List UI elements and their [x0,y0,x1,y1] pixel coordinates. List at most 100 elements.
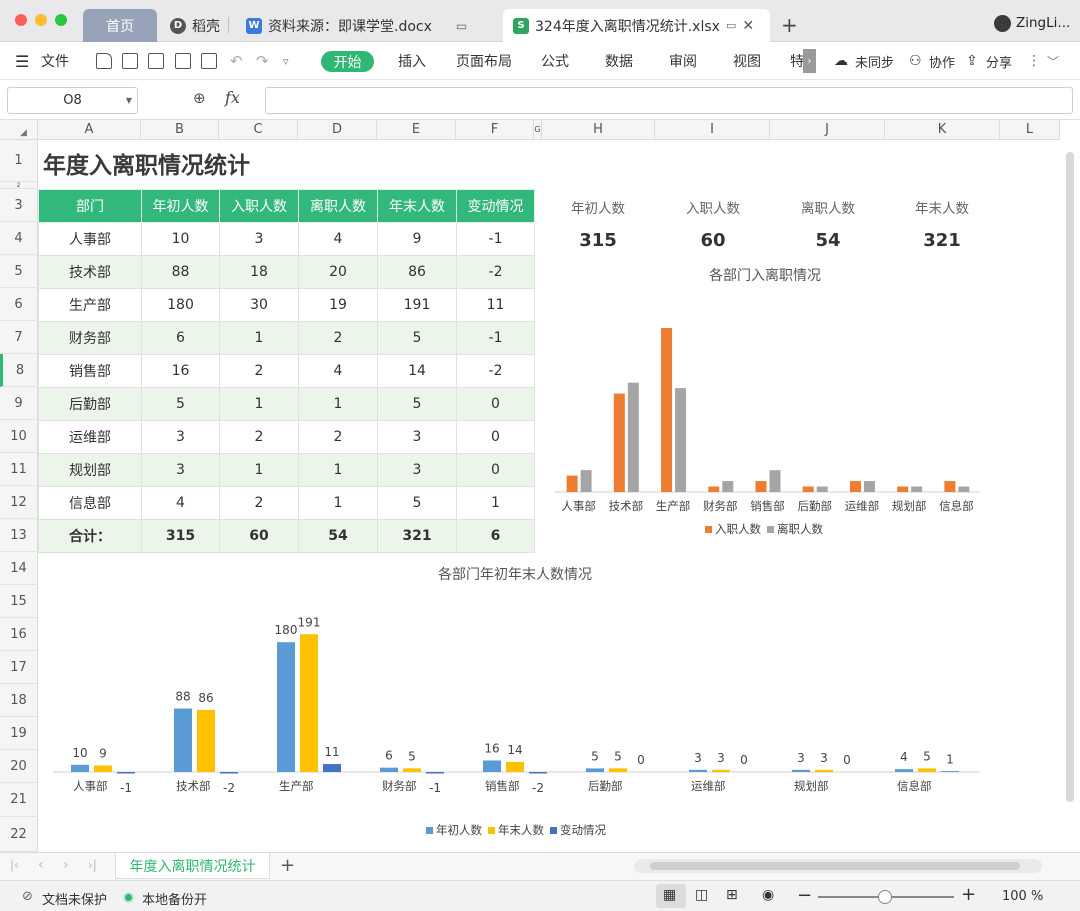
table-cell[interactable]: 19 [298,288,378,322]
table-cell[interactable]: 销售部 [38,354,142,388]
table-cell[interactable]: -1 [456,321,535,355]
header-cell[interactable]: 部门 [38,189,142,223]
column-header[interactable]: B [141,120,219,140]
protect-status[interactable]: 文档未保护 [42,889,107,908]
tab-docx[interactable]: W 资料来源：即课学堂.docx ▭ [236,9,477,42]
collaborate-icon[interactable]: ⚇ [909,42,922,80]
tab-home-ribbon[interactable]: 开始 [321,51,374,72]
table-cell[interactable]: 运维部 [38,420,142,454]
row-header[interactable]: 10 [0,420,38,453]
column-header[interactable]: G [534,120,542,140]
zoom-magnifier-icon[interactable]: ⊕ [193,89,206,107]
last-sheet-icon[interactable]: ›| [88,858,97,872]
table-cell[interactable]: 2 [298,321,378,355]
header-cell[interactable]: 离职人数 [298,189,378,223]
total-cell[interactable]: 合计： [38,519,142,553]
tab-data[interactable]: 数据 [605,42,633,80]
column-header[interactable]: H [542,120,655,140]
tab-page-layout[interactable]: 页面布局 [456,42,512,80]
row-header[interactable]: 8 [0,354,38,387]
total-cell[interactable]: 315 [141,519,220,553]
chevron-down-icon[interactable]: ▼ [126,96,132,105]
backup-status[interactable]: 本地备份开 [142,889,207,908]
table-cell[interactable]: 人事部 [38,222,142,256]
row-header[interactable]: 1 [0,140,38,182]
user-name[interactable]: ZingLi... [1016,15,1070,31]
new-tab-button[interactable]: + [781,8,798,42]
table-cell[interactable]: 技术部 [38,255,142,289]
horizontal-scrollbar[interactable] [634,859,1042,873]
zoom-slider-handle[interactable] [878,890,892,904]
horizontal-scroll-thumb[interactable] [650,862,1020,870]
collapse-ribbon-icon[interactable]: ﹀ [1047,42,1059,80]
open-folder-icon[interactable] [96,53,112,69]
table-cell[interactable]: 20 [298,255,378,289]
row-header[interactable]: 5 [0,255,38,288]
row-header[interactable]: 11 [0,453,38,486]
vertical-scrollbar[interactable] [1066,152,1074,802]
row-header[interactable]: 12 [0,486,38,519]
screen-icon[interactable]: ▭ [726,19,736,32]
table-cell[interactable]: 0 [456,453,535,487]
tab-review[interactable]: 审阅 [669,42,697,80]
header-cell[interactable]: 年末人数 [377,189,457,223]
prev-sheet-icon[interactable]: ‹ [38,857,44,873]
table-cell[interactable]: 0 [456,420,535,454]
table-cell[interactable]: -2 [456,255,535,289]
name-box[interactable]: O8 ▼ [7,87,138,114]
close-tab-icon[interactable]: ✕ [742,18,754,34]
table-cell[interactable]: 16 [141,354,220,388]
table-cell[interactable]: 5 [377,387,457,421]
row-header[interactable]: 7 [0,321,38,354]
maximize-window-button[interactable] [55,14,67,26]
add-sheet-icon[interactable]: + [280,855,295,876]
table-cell[interactable]: 5 [377,486,457,520]
row-header[interactable]: 14 [0,552,38,585]
table-cell[interactable]: 3 [219,222,299,256]
table-cell[interactable]: 2 [219,420,299,454]
table-cell[interactable]: 191 [377,288,457,322]
save-icon[interactable] [122,53,138,69]
table-cell[interactable]: 3 [141,420,220,454]
header-cell[interactable]: 变动情况 [456,189,535,223]
eye-protection-icon[interactable]: ◉ [762,887,774,903]
row-header[interactable]: 17 [0,651,38,684]
table-cell[interactable]: 10 [141,222,220,256]
tab-features[interactable]: 特 [790,42,804,80]
sync-status[interactable]: 未同步 [855,42,894,80]
more-icon[interactable]: ⋮ [1027,42,1041,80]
function-icon[interactable]: fx [225,88,240,107]
minimize-window-button[interactable] [35,14,47,26]
chart-turnover-by-department[interactable]: 人事部 技术部 生产部 财务部 销售部 后勤部 运维部 规划部 信息部入职人数 离职人数 [545,290,985,550]
table-cell[interactable]: 3 [377,420,457,454]
table-cell[interactable]: 30 [219,288,299,322]
column-header[interactable]: A [38,120,141,140]
row-header[interactable]: 4 [0,222,38,255]
table-cell[interactable]: 88 [141,255,220,289]
row-header[interactable]: 9 [0,387,38,420]
share-button[interactable]: 分享 [986,42,1012,80]
tab-docer[interactable]: D 稻壳 [160,9,230,42]
table-cell[interactable]: 4 [298,354,378,388]
row-header[interactable]: 13 [0,519,38,552]
pdf-icon[interactable] [148,53,164,69]
table-cell[interactable]: 18 [219,255,299,289]
table-cell[interactable]: 0 [456,387,535,421]
row-header[interactable]: 3 [0,189,38,222]
table-cell[interactable]: -1 [456,222,535,256]
undo-icon[interactable]: ↶ [230,42,243,80]
table-cell[interactable]: 14 [377,354,457,388]
row-header[interactable]: 6 [0,288,38,321]
ribbon-scroll-right-icon[interactable]: › [803,49,816,73]
table-cell[interactable]: 1 [219,321,299,355]
avatar[interactable] [994,15,1011,32]
table-cell[interactable]: 5 [377,321,457,355]
redo-icon[interactable]: ↷ [256,42,269,80]
table-cell[interactable]: 9 [377,222,457,256]
screen-icon[interactable]: ▭ [456,19,467,33]
table-cell[interactable]: 后勤部 [38,387,142,421]
table-cell[interactable]: 4 [141,486,220,520]
collaborate-button[interactable]: 协作 [929,42,955,80]
next-sheet-icon[interactable]: › [63,857,69,873]
row-header[interactable]: 16 [0,618,38,651]
